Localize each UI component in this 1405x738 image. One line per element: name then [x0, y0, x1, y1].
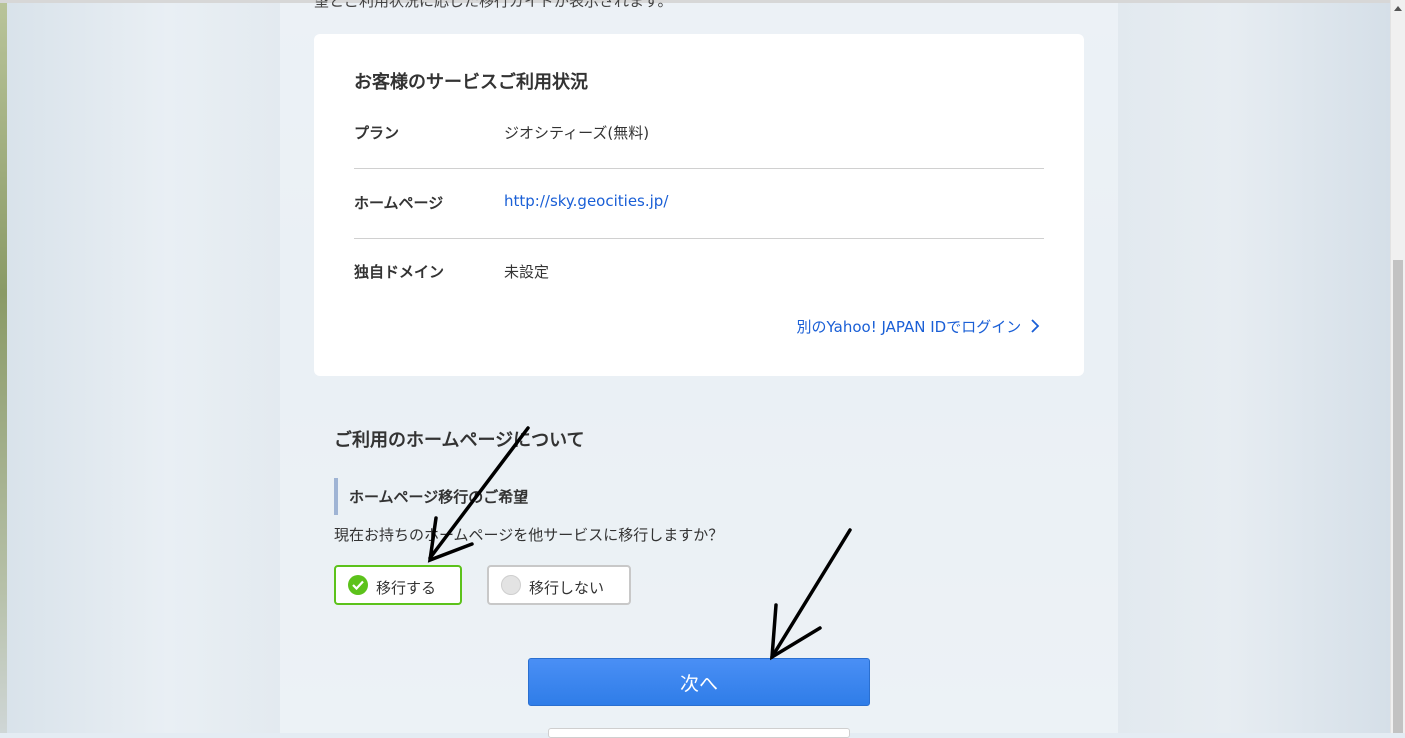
alt-login-link[interactable]: 別のYahoo! JAPAN IDでログイン: [797, 316, 1040, 337]
subheading-text: ホームページ移行のご希望: [349, 488, 529, 506]
usage-status-card: お客様のサービスご利用状況 プラン ジオシティーズ(無料) ホームページ htt…: [314, 34, 1084, 376]
next-button[interactable]: 次へ: [528, 658, 870, 706]
scrollbar[interactable]: [1390, 0, 1405, 733]
window-edge: [0, 0, 7, 733]
option-no-migrate[interactable]: 移行しない: [487, 565, 631, 605]
plan-value: ジオシティーズ(無料): [504, 124, 650, 142]
section-title: ご利用のホームページについて: [334, 430, 585, 451]
option-no-migrate-label: 移行しない: [529, 579, 605, 597]
domain-value: 未設定: [504, 263, 550, 281]
chevron-right-icon: [1031, 319, 1040, 333]
top-border: [0, 0, 1405, 3]
divider: [354, 238, 1044, 239]
option-migrate-label: 移行する: [376, 579, 437, 597]
scroll-up-arrow-icon[interactable]: [1391, 0, 1405, 16]
option-migrate[interactable]: 移行する: [334, 565, 462, 605]
scroll-thumb[interactable]: [1393, 260, 1403, 733]
domain-label: 独自ドメイン: [354, 263, 445, 281]
migration-question: 現在お持ちのホームページを他サービスに移行しますか？: [334, 526, 724, 544]
background-left: [0, 0, 280, 733]
homepage-label: ホームページ: [354, 194, 444, 212]
homepage-link[interactable]: http://sky.geocities.jp/: [504, 192, 668, 210]
plan-label: プラン: [354, 124, 400, 142]
card-title: お客様のサービスご利用状況: [354, 72, 588, 93]
row-homepage: ホームページ http://sky.geocities.jp/: [354, 192, 1044, 262]
row-plan: プラン ジオシティーズ(無料): [354, 122, 1044, 192]
radio-empty-icon: [501, 575, 521, 595]
alt-login-label: 別のYahoo! JAPAN IDでログイン: [796, 318, 1022, 336]
secondary-button[interactable]: [548, 728, 850, 738]
check-icon: [348, 575, 368, 595]
subheading: ホームページ移行のご希望: [334, 478, 528, 515]
divider: [354, 168, 1044, 169]
intro-text: 望とご利用状況に応じた移行ガイドが表示されます。: [314, 0, 673, 10]
background-right: [1118, 0, 1390, 733]
